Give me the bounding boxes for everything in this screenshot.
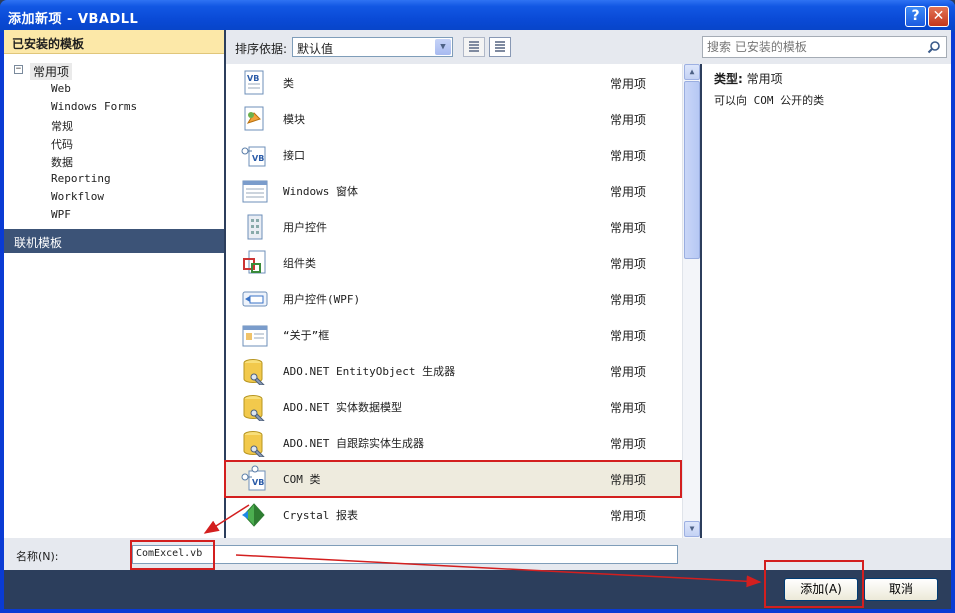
template-item-category: 常用项: [610, 257, 647, 271]
tree-node-common-label: 常用项: [30, 63, 73, 80]
dialog-client: 已安装的模板 − 常用项 Web Windows Forms 常规 代码 数据 …: [4, 30, 951, 609]
online-templates-label: 联机模板: [14, 236, 63, 250]
template-list-item[interactable]: Crystal 报表 常用项: [226, 496, 682, 532]
component-class-icon: [243, 250, 266, 274]
windows-form-icon: [242, 180, 268, 203]
search-icon[interactable]: [927, 40, 941, 54]
template-item-name: 接口: [283, 149, 305, 162]
module-icon: [244, 106, 264, 131]
details-view-icon: [495, 41, 505, 53]
template-list-item[interactable]: Windows 窗体 常用项: [226, 172, 682, 208]
highlight-name-box: [130, 540, 215, 570]
tree-node-data[interactable]: 数据: [51, 154, 73, 170]
search-box[interactable]: [702, 36, 947, 58]
scroll-thumb[interactable]: [684, 81, 700, 259]
interface-icon: VB: [241, 146, 266, 167]
template-item-category: 常用项: [610, 221, 647, 235]
help-button[interactable]: ?: [905, 6, 926, 27]
wpf-user-control-icon: [242, 291, 268, 307]
detail-type: 类型: 常用项: [714, 70, 783, 87]
template-list-item[interactable]: 模块 常用项: [226, 100, 682, 136]
dialog-window: 添加新项 - VBADLL ? ✕ 已安装的模板 − 常用项 Web Windo…: [0, 0, 955, 613]
template-list-item[interactable]: “关于”框 常用项: [226, 316, 682, 352]
template-list-item[interactable]: VB 类 常用项: [226, 64, 682, 100]
template-item-name: 类: [283, 77, 294, 90]
template-item-category: 常用项: [610, 437, 647, 451]
template-list-item[interactable]: ADO.NET 实体数据模型 常用项: [226, 388, 682, 424]
template-item-category: 常用项: [610, 77, 647, 91]
template-item-category: 常用项: [610, 329, 647, 343]
database-icon: [243, 359, 265, 385]
installed-templates-header[interactable]: 已安装的模板: [4, 30, 224, 54]
svg-text:VB: VB: [247, 74, 259, 83]
template-item-category: 常用项: [610, 113, 647, 127]
details-view-button[interactable]: [489, 37, 511, 57]
tree-node-general[interactable]: 常规: [51, 118, 73, 134]
svg-text:VB: VB: [252, 154, 264, 163]
list-scrollbar[interactable]: ▲ ▼: [682, 64, 700, 538]
template-item-category: 常用项: [610, 185, 647, 199]
tree-node-code[interactable]: 代码: [51, 136, 73, 152]
database-icon: [243, 395, 265, 421]
title-bar[interactable]: 添加新项 - VBADLL ? ✕: [0, 0, 955, 32]
template-list-item[interactable]: 用户控件(WPF) 常用项: [226, 280, 682, 316]
highlight-selected-item-box: [224, 460, 682, 498]
scroll-down-button[interactable]: ▼: [684, 521, 700, 537]
template-item-category: 常用项: [610, 401, 647, 415]
highlight-add-button-box: [764, 560, 864, 608]
scroll-up-button[interactable]: ▲: [684, 64, 700, 80]
template-item-category: 常用项: [610, 293, 647, 307]
template-detail-pane: 类型: 常用项 可以向 COM 公开的类: [702, 64, 951, 538]
tree-node-web[interactable]: Web: [51, 82, 71, 95]
tree-node-wpf[interactable]: WPF: [51, 208, 71, 221]
tree-node-reporting[interactable]: Reporting: [51, 172, 111, 185]
template-list-item[interactable]: 用户控件 常用项: [226, 208, 682, 244]
sort-dropdown-value: 默认值: [297, 42, 334, 56]
template-item-name: 用户控件(WPF): [283, 293, 361, 306]
detail-type-label: 类型:: [714, 72, 743, 86]
database-icon: [243, 431, 265, 457]
vb-class-icon: VB: [244, 70, 264, 95]
template-item-name: 用户控件: [283, 221, 327, 234]
detail-type-value: 常用项: [746, 72, 783, 86]
installed-templates-label: 已安装的模板: [12, 37, 85, 51]
template-item-name: ADO.NET 自跟踪实体生成器: [283, 437, 424, 450]
template-item-category: 常用项: [610, 149, 647, 163]
left-pane-empty-area: [4, 253, 224, 538]
template-tree-pane: 已安装的模板 − 常用项 Web Windows Forms 常规 代码 数据 …: [4, 30, 224, 538]
crystal-report-icon: [242, 503, 265, 527]
sort-label: 排序依据:: [235, 42, 288, 56]
medium-icons-view-button[interactable]: [463, 37, 485, 57]
close-button[interactable]: ✕: [928, 6, 949, 27]
toolbar: 排序依据: 默认值 ▼: [226, 30, 951, 64]
sort-dropdown[interactable]: 默认值 ▼: [292, 37, 453, 57]
tree-node-workflow[interactable]: Workflow: [51, 190, 104, 203]
list-view-icon: [469, 41, 479, 53]
template-item-name: ADO.NET EntityObject 生成器: [283, 365, 456, 378]
detail-description: 可以向 COM 公开的类: [714, 94, 825, 107]
template-item-name: 组件类: [283, 257, 316, 270]
template-list-item[interactable]: ADO.NET 自跟踪实体生成器 常用项: [226, 424, 682, 460]
tree-node-windows-forms[interactable]: Windows Forms: [51, 100, 137, 113]
template-list-item[interactable]: VB 接口 常用项: [226, 136, 682, 172]
template-item-name: 模块: [283, 113, 305, 126]
about-box-icon: [242, 325, 268, 347]
template-item-category: 常用项: [610, 509, 647, 523]
template-item-category: 常用项: [610, 365, 647, 379]
window-title: 添加新项 - VBADLL: [8, 12, 139, 27]
template-item-name: Windows 窗体: [283, 185, 358, 198]
template-list-item[interactable]: ADO.NET EntityObject 生成器 常用项: [226, 352, 682, 388]
cancel-button[interactable]: 取消: [864, 578, 938, 601]
template-item-name: Crystal 报表: [283, 509, 358, 522]
collapse-icon[interactable]: −: [14, 65, 23, 74]
name-label: 名称(N):: [16, 550, 59, 563]
search-input[interactable]: [707, 39, 917, 55]
online-templates-header[interactable]: 联机模板: [4, 229, 224, 253]
template-item-name: “关于”框: [283, 329, 330, 342]
chevron-down-icon[interactable]: ▼: [435, 39, 451, 55]
user-control-icon: [247, 214, 263, 240]
template-item-name: ADO.NET 实体数据模型: [283, 401, 402, 414]
template-list-item[interactable]: 组件类 常用项: [226, 244, 682, 280]
